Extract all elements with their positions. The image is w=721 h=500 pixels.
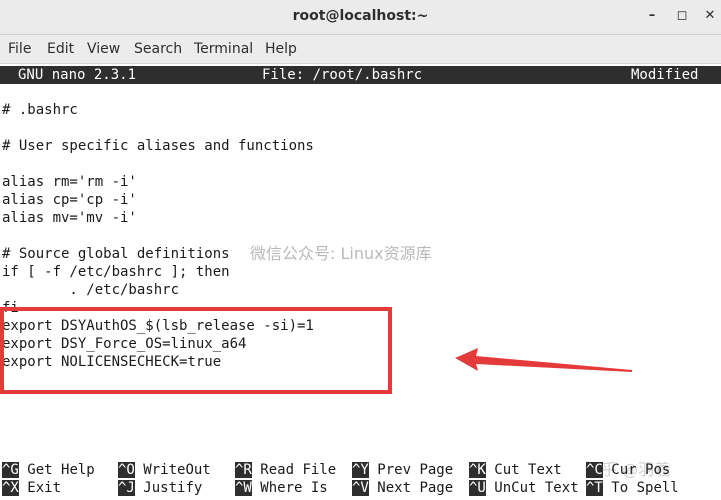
shortcut-cut-text[interactable]: ^K Cut Text [469,461,562,479]
shortcut-label: To Spell [611,480,679,496]
nano-version: GNU nano 2.3.1 [18,67,137,83]
shortcut-where-is[interactable]: ^W Where Is [235,479,328,497]
shortcut-key: ^X [2,480,19,496]
editor-line: alias cp='cp -i' [2,192,137,208]
shortcut-key: ^J [118,480,135,496]
shortcut-key: ^K [469,462,486,478]
window-title: root@localhost:~ [292,8,429,24]
maximize-button[interactable]: ◻ [672,6,692,26]
shortcut-key: ^O [118,462,135,478]
shortcut-cur-pos[interactable]: ^C Cur Pos [586,461,670,479]
shortcut-label: Get Help [27,462,95,478]
shortcut-label: Justify [143,480,203,496]
shortcut-key: ^R [235,462,252,478]
shortcut-key: ^T [586,480,603,496]
shortcut-key: ^V [352,480,369,496]
editor-line: if [ -f /etc/bashrc ]; then [2,264,230,280]
shortcut-label: Next Page [377,480,454,496]
shortcut-key: ^W [235,480,252,496]
shortcut-label: Where Is [260,480,328,496]
shortcut-justify[interactable]: ^J Justify [118,479,202,497]
shortcut-label: Cut Text [494,462,562,478]
shortcut-get-help[interactable]: ^G Get Help [2,461,95,479]
window-titlebar: root@localhost:~ – ◻ ✕ [0,0,721,35]
editor-line: alias mv='mv -i' [2,210,137,226]
watermark-text: 微信公众号: Linux资源库 [250,244,432,263]
menu-search[interactable]: Search [134,41,182,57]
shortcut-prev-page[interactable]: ^Y Prev Page [352,461,453,479]
shortcut-label: UnCut Text [494,480,579,496]
editor-line: # Source global definitions [2,246,230,262]
shortcut-key: ^U [469,480,486,496]
shortcut-label: Prev Page [377,462,454,478]
highlight-box [0,307,392,394]
shortcut-read-file[interactable]: ^R Read File [235,461,336,479]
nano-status: Modified [631,67,699,83]
menu-view[interactable]: View [87,41,120,57]
menu-help[interactable]: Help [265,41,297,57]
editor-line: # .bashrc [2,102,78,118]
shortcut-label: WriteOut [143,462,211,478]
menu-file[interactable]: File [8,41,31,57]
shortcut-label: Cur Pos [611,462,671,478]
shortcut-uncut-text[interactable]: ^U UnCut Text [469,479,579,497]
menu-edit[interactable]: Edit [47,41,74,57]
menu-bar: File Edit View Search Terminal Help [0,35,721,64]
shortcut-label: Read File [260,462,337,478]
shortcut-exit[interactable]: ^X Exit [2,479,61,497]
shortcut-next-page[interactable]: ^V Next Page [352,479,453,497]
minimize-button[interactable]: – [642,6,662,26]
nano-file-name: File: /root/.bashrc [262,67,423,83]
arrow-annotation-icon [455,348,632,372]
shortcut-key: ^G [2,462,19,478]
shortcut-to-spell[interactable]: ^T To Spell [586,479,679,497]
shortcut-key: ^C [586,462,603,478]
shortcut-label: Exit [27,480,62,496]
editor-line: alias rm='rm -i' [2,174,137,190]
shortcut-key: ^Y [352,462,369,478]
shortcut-writeout[interactable]: ^O WriteOut [118,461,211,479]
editor-line: . /etc/bashrc [2,282,180,298]
editor-line: # User specific aliases and functions [2,138,314,154]
close-button[interactable]: ✕ [700,6,720,26]
terminal-area[interactable]: GNU nano 2.3.1 File: /root/.bashrc Modif… [0,64,721,500]
menu-terminal[interactable]: Terminal [194,41,253,57]
nano-header-bar: GNU nano 2.3.1 File: /root/.bashrc Modif… [0,66,721,84]
